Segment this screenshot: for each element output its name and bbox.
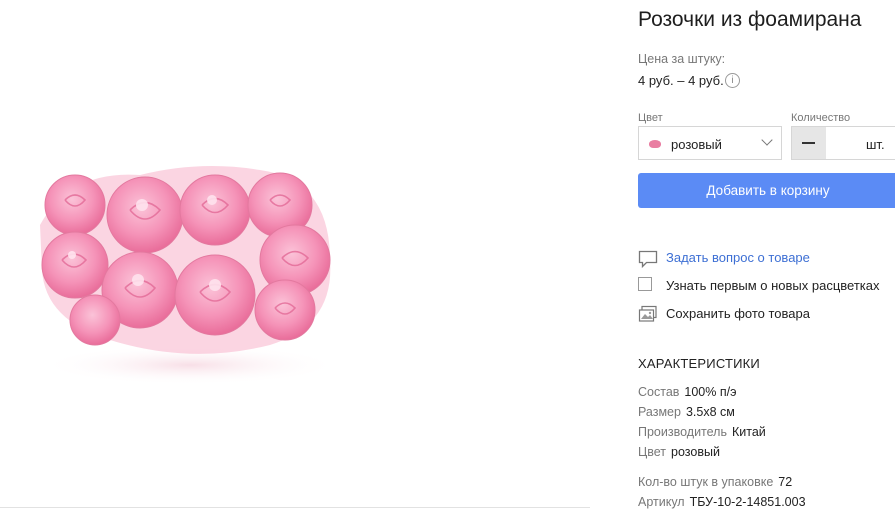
spec-row: Состав 100% п/э bbox=[638, 385, 736, 399]
spec-value: Китай bbox=[731, 425, 766, 439]
spec-key: Производитель bbox=[638, 425, 727, 439]
photo-icon bbox=[638, 305, 657, 322]
spec-row: Размер 3.5x8 см bbox=[638, 405, 735, 419]
quantity-stepper[interactable]: шт. bbox=[791, 126, 895, 160]
quantity-label: Количество bbox=[791, 112, 851, 124]
spec-row: Производитель Китай bbox=[638, 425, 766, 439]
spec-key: Состав bbox=[638, 385, 680, 399]
notify-checkbox[interactable] bbox=[638, 277, 652, 291]
spec-row: Кол-во штук в упаковке 72 bbox=[638, 475, 792, 489]
chevron-down-icon bbox=[761, 134, 773, 146]
add-to-cart-button[interactable]: Добавить в корзину bbox=[638, 173, 895, 208]
product-photo[interactable] bbox=[30, 150, 340, 400]
color-swatch-icon bbox=[649, 140, 661, 148]
color-select-value: розовый bbox=[671, 137, 722, 152]
color-select[interactable]: розовый bbox=[638, 126, 782, 160]
ask-question-label: Задать вопрос о товаре bbox=[666, 250, 810, 265]
spec-value: розовый bbox=[671, 445, 720, 459]
speech-bubble-icon bbox=[638, 250, 658, 269]
save-photo-label: Сохранить фото товара bbox=[666, 306, 810, 321]
spec-value: 100% п/э bbox=[684, 385, 737, 399]
price-label: Цена за штуку: bbox=[638, 52, 726, 66]
spec-key: Артикул bbox=[638, 495, 685, 509]
spec-row: Цвет розовый bbox=[638, 445, 720, 459]
product-details-panel: Розочки из фоамирана Цена за штуку: 4 ру… bbox=[638, 0, 895, 516]
color-label: Цвет bbox=[638, 112, 663, 124]
notify-colors-label: Узнать первым о новых расцветках bbox=[666, 278, 880, 293]
spec-value: ТБУ-10-2-14851.003 bbox=[689, 495, 806, 509]
spec-row: Артикул ТБУ-10-2-14851.003 bbox=[638, 495, 806, 509]
product-image-area[interactable] bbox=[0, 0, 590, 508]
spec-value: 3.5x8 см bbox=[685, 405, 735, 419]
decrease-quantity-button[interactable] bbox=[792, 127, 826, 159]
image-divider bbox=[0, 507, 590, 508]
spec-key: Цвет bbox=[638, 445, 667, 459]
spec-key: Размер bbox=[638, 405, 681, 419]
spec-value: 72 bbox=[778, 475, 793, 489]
price-value: 4 руб. – 4 руб. bbox=[638, 73, 724, 88]
info-icon[interactable]: i bbox=[725, 73, 740, 88]
spec-key: Кол-во штук в упаковке bbox=[638, 475, 774, 489]
quantity-unit: шт. bbox=[866, 137, 885, 152]
specs-heading: ХАРАКТЕРИСТИКИ bbox=[638, 356, 760, 371]
product-title: Розочки из фоамирана bbox=[638, 8, 862, 31]
